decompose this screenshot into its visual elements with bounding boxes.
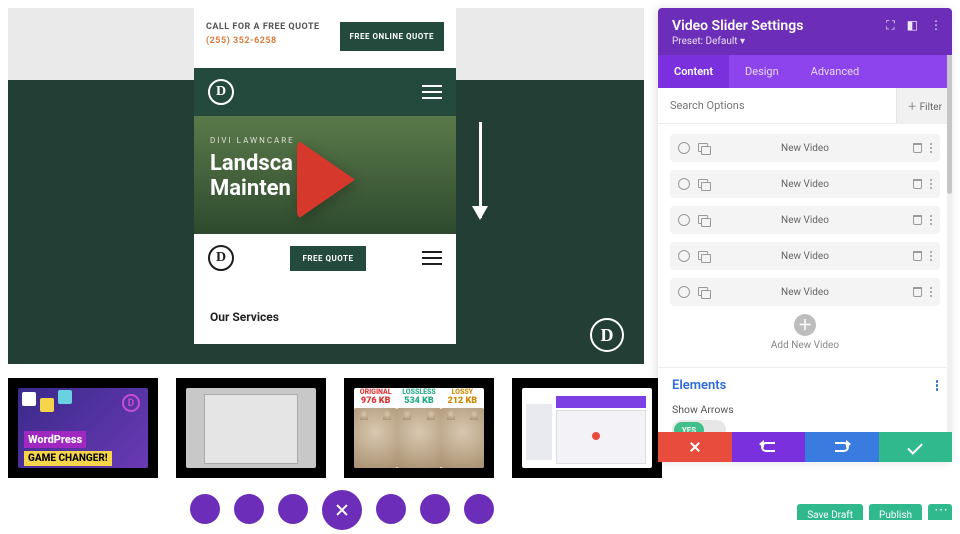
gear-icon[interactable] [678, 214, 690, 226]
thumbnail-2[interactable] [176, 378, 326, 478]
close-toolbar-button[interactable] [322, 490, 362, 530]
video-item-label: New Video [781, 215, 829, 226]
divi-logo-icon: D [208, 245, 234, 271]
gear-icon[interactable] [678, 178, 690, 190]
thumbnail-1[interactable]: D WordPress GAME CHANGER! [8, 378, 158, 478]
search-bar: ＋ Filter [658, 88, 952, 124]
redo-icon [835, 442, 849, 452]
trash-icon[interactable] [913, 251, 922, 261]
filter-button[interactable]: ＋ Filter [896, 88, 952, 123]
video-slider-preview[interactable]: CALL FOR A FREE QUOTE (255) 352-6258 FRE… [8, 8, 644, 364]
show-arrows-label: Show Arrows [672, 403, 938, 416]
video-item-label: New Video [781, 143, 829, 154]
check-icon [907, 439, 923, 455]
tab-design[interactable]: Design [729, 55, 795, 88]
more-icon[interactable] [930, 143, 933, 154]
trash-icon[interactable] [913, 143, 922, 153]
settings-tabs: Content Design Advanced [658, 55, 952, 88]
gear-icon[interactable] [678, 142, 690, 154]
video-thumbnails: D WordPress GAME CHANGER! ORIGINAL976 KB… [8, 378, 648, 478]
video-list: 1 New Video New Video New Video New Vide… [658, 124, 952, 367]
mock-nav-primary: D [194, 68, 456, 116]
hamburger-icon [422, 85, 442, 99]
divi-logo-icon: D [208, 79, 234, 105]
corner-logo: D [590, 318, 624, 352]
expand-icon[interactable]: ⛶ [886, 18, 894, 33]
duplicate-icon[interactable] [698, 143, 710, 153]
video-item-label: New Video [781, 179, 829, 190]
video-item[interactable]: New Video [670, 206, 940, 234]
publish-button[interactable]: Publish [869, 504, 922, 520]
duplicate-icon[interactable] [698, 179, 710, 189]
gear-icon[interactable] [678, 250, 690, 262]
gear-icon[interactable] [678, 286, 690, 298]
more-icon[interactable] [930, 287, 933, 298]
more-icon[interactable] [936, 380, 939, 391]
call-label: CALL FOR A FREE QUOTE [206, 22, 320, 32]
thumbnail-4[interactable] [512, 378, 662, 478]
close-icon [689, 441, 701, 453]
thumb1-text2: GAME CHANGER! [24, 451, 112, 466]
mock-nav-secondary: D FREE QUOTE [194, 234, 456, 282]
our-services-heading: Our Services [194, 282, 456, 344]
snap-icon[interactable]: ◧ [907, 18, 918, 33]
save-button[interactable] [879, 432, 953, 462]
preset-dropdown[interactable]: Preset: Default ▾ [672, 36, 938, 47]
thumbnail-3[interactable]: ORIGINAL976 KB LOSSLESS534 KB LOSSY212 K… [344, 378, 494, 478]
video-item[interactable]: New Video [670, 278, 940, 306]
more-icon[interactable] [930, 179, 933, 190]
video-item[interactable]: New Video [670, 242, 940, 270]
phone-number: (255) 352-6258 [206, 36, 320, 46]
trash-icon[interactable] [913, 215, 922, 225]
undo-button[interactable] [732, 432, 806, 462]
panel-action-bar [658, 432, 952, 462]
panel-header: Video Slider Settings Preset: Default ▾ … [658, 8, 952, 55]
elements-heading: Elements [672, 378, 726, 393]
builder-canvas: CALL FOR A FREE QUOTE (255) 352-6258 FRE… [0, 0, 652, 520]
settings-panel: Video Slider Settings Preset: Default ▾ … [658, 8, 952, 462]
add-video-button[interactable]: ＋ [794, 314, 816, 336]
divi-logo-icon: D [122, 394, 140, 412]
video-item[interactable]: New Video [670, 134, 940, 162]
add-video-label: Add New Video [670, 340, 940, 351]
video-item[interactable]: New Video [670, 170, 940, 198]
discard-button[interactable] [658, 432, 732, 462]
trash-icon[interactable] [913, 287, 922, 297]
video-item-label: New Video [781, 251, 829, 262]
more-icon[interactable]: ⋮ [930, 18, 942, 33]
video-item-label: New Video [781, 287, 829, 298]
more-icon[interactable] [930, 251, 933, 262]
thumb1-text1: WordPress [24, 431, 86, 448]
tab-advanced[interactable]: Advanced [795, 55, 875, 88]
page-more-button[interactable] [928, 504, 952, 520]
trash-icon[interactable] [913, 179, 922, 189]
free-quote-button: FREE QUOTE [290, 246, 365, 271]
duplicate-icon[interactable] [698, 251, 710, 261]
tab-content[interactable]: Content [658, 55, 729, 88]
down-arrow-icon [479, 122, 482, 218]
module-toolbar [190, 494, 494, 534]
play-icon[interactable] [297, 140, 355, 220]
more-icon[interactable] [930, 215, 933, 226]
duplicate-icon[interactable] [698, 287, 710, 297]
undo-icon [761, 442, 775, 452]
duplicate-icon[interactable] [698, 215, 710, 225]
free-online-quote-button: FREE ONLINE QUOTE [340, 22, 444, 51]
redo-button[interactable] [805, 432, 879, 462]
mock-topbar: CALL FOR A FREE QUOTE (255) 352-6258 FRE… [194, 8, 456, 68]
search-input[interactable] [658, 88, 896, 123]
page-actions: Save Draft Publish [797, 504, 952, 520]
save-draft-button[interactable]: Save Draft [797, 504, 863, 520]
hamburger-icon [422, 251, 442, 265]
